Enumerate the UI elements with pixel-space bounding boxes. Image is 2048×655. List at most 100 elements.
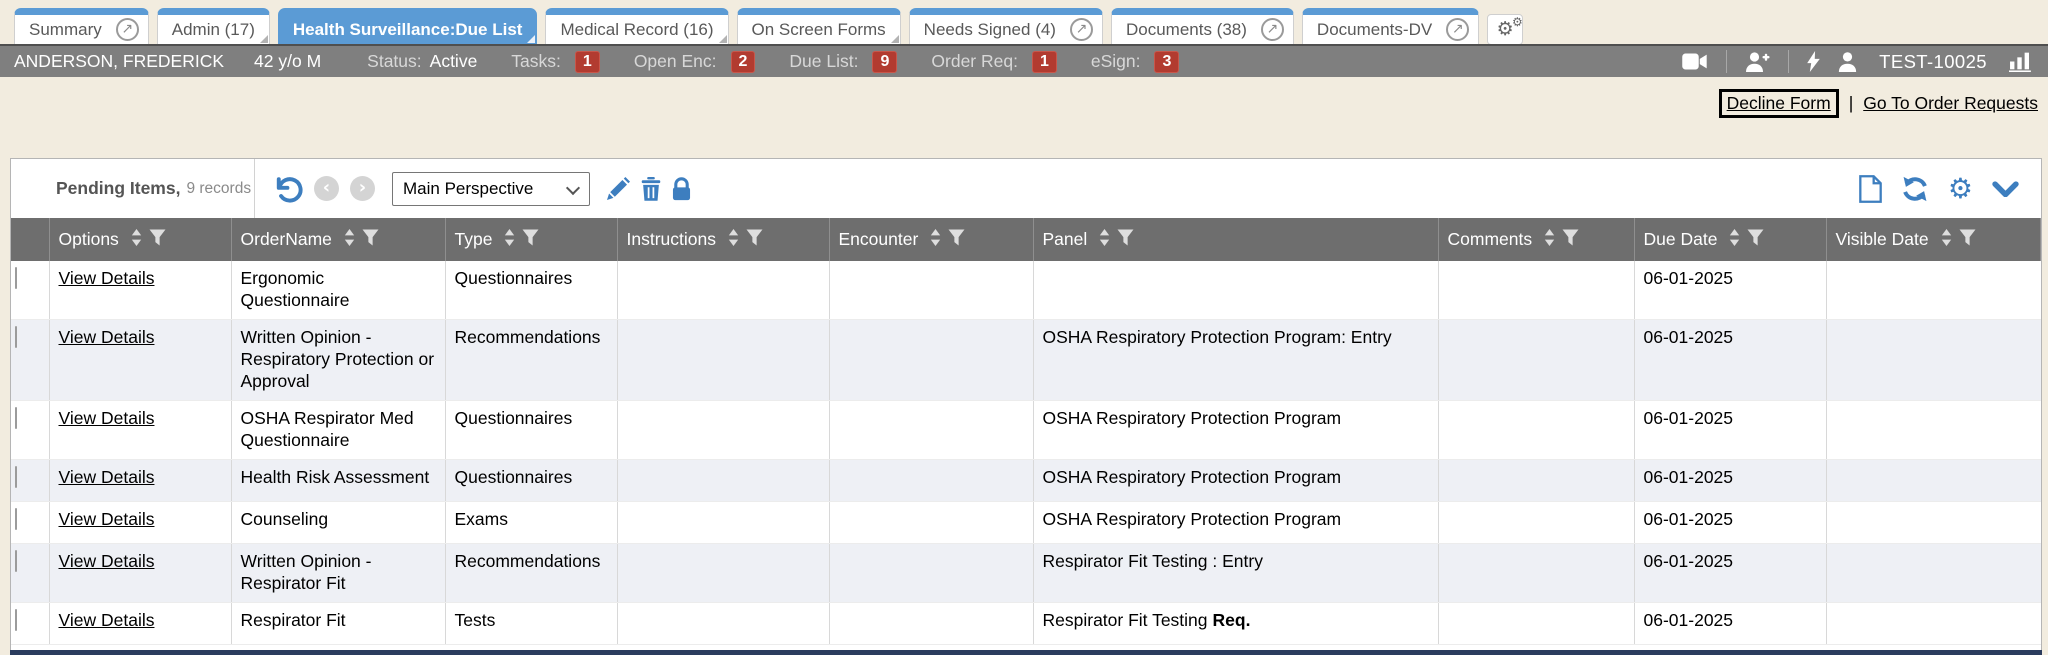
tab[interactable]: Summary ↗: [14, 8, 149, 45]
comments-cell: [1438, 401, 1634, 460]
column-header[interactable]: Due Date: [1634, 218, 1826, 261]
row-checkbox[interactable]: [15, 326, 17, 348]
view-details-link[interactable]: View Details: [59, 327, 155, 347]
counter-label: Open Enc:: [634, 51, 717, 72]
tab[interactable]: On Screen Forms: [737, 8, 901, 45]
view-details-link[interactable]: View Details: [59, 408, 155, 428]
perspective-select[interactable]: Main Perspective: [392, 172, 590, 206]
gears-icon: ⚙⚙: [1497, 20, 1514, 39]
sort-icon[interactable]: [131, 229, 142, 251]
horizontal-scrollbar[interactable]: [10, 650, 2042, 655]
bar-chart-icon[interactable]: [2009, 51, 2034, 72]
row-checkbox[interactable]: [15, 550, 17, 572]
encounter-cell: [829, 502, 1033, 544]
previous-perspective-button[interactable]: ‹: [314, 176, 339, 201]
column-header[interactable]: Panel: [1033, 218, 1438, 261]
due-date-cell: 06-01-2025: [1634, 261, 1826, 320]
sort-icon[interactable]: [1099, 229, 1110, 251]
filter-funnel-icon[interactable]: [1117, 229, 1134, 251]
due-date-cell: 06-01-2025: [1634, 401, 1826, 460]
options-cell: View Details: [49, 460, 231, 502]
counter-badge[interactable]: 1: [1032, 51, 1057, 73]
counter-badge[interactable]: 3: [1154, 51, 1179, 73]
decline-form-link[interactable]: Decline Form: [1719, 89, 1839, 118]
visible-date-cell: [1826, 502, 2041, 544]
sort-icon[interactable]: [1941, 229, 1952, 251]
counter-badge[interactable]: 1: [575, 51, 600, 73]
sort-icon[interactable]: [1544, 229, 1555, 251]
row-checkbox[interactable]: [15, 267, 17, 289]
tab[interactable]: Needs Signed (4) ↗: [909, 8, 1103, 45]
open-new-window-icon[interactable]: ↗: [1446, 18, 1469, 41]
filter-funnel-icon[interactable]: [1959, 229, 1976, 251]
tab[interactable]: Admin (17): [157, 8, 270, 45]
panel-text: OSHA Respiratory Protection Program: [1043, 509, 1342, 529]
edit-pencil-icon[interactable]: [607, 177, 630, 200]
select-all-header: [11, 218, 49, 261]
view-details-link[interactable]: View Details: [59, 551, 155, 571]
panel-required-flag: Req.: [1213, 610, 1251, 630]
view-details-link[interactable]: View Details: [59, 268, 155, 288]
filter-funnel-icon[interactable]: [1562, 229, 1579, 251]
sort-icon[interactable]: [344, 229, 355, 251]
column-header[interactable]: Comments: [1438, 218, 1634, 261]
sort-icon[interactable]: [1729, 229, 1740, 251]
counter: Due List: 9: [789, 51, 897, 73]
type-cell: Recommendations: [445, 320, 617, 401]
encounter-cell: [829, 544, 1033, 603]
view-details-link[interactable]: View Details: [59, 610, 155, 630]
options-cell: View Details: [49, 603, 231, 645]
open-new-window-icon[interactable]: ↗: [116, 18, 139, 41]
pending-items-table: Options: [11, 218, 2041, 645]
sort-icon[interactable]: [504, 229, 515, 251]
tab[interactable]: Documents (38) ↗: [1111, 8, 1294, 45]
delete-trash-icon[interactable]: [641, 177, 661, 201]
tab-settings-button[interactable]: ⚙⚙: [1487, 14, 1523, 45]
column-header[interactable]: Options: [49, 218, 231, 261]
add-person-icon[interactable]: [1745, 52, 1770, 72]
user-id: TEST-10025: [1879, 51, 1987, 73]
go-to-order-requests-link[interactable]: Go To Order Requests: [1863, 93, 2038, 114]
view-details-link[interactable]: View Details: [59, 509, 155, 529]
counter-badge[interactable]: 9: [872, 51, 897, 73]
column-header[interactable]: Visible Date: [1826, 218, 2041, 261]
row-checkbox[interactable]: [15, 407, 17, 429]
encounter-cell: [829, 460, 1033, 502]
column-header[interactable]: Encounter: [829, 218, 1033, 261]
order-name-cell: Ergonomic Questionnaire: [231, 261, 445, 320]
next-perspective-button[interactable]: ›: [350, 176, 375, 201]
view-details-link[interactable]: View Details: [59, 467, 155, 487]
video-camera-icon[interactable]: [1682, 53, 1708, 70]
refresh-icon[interactable]: [1901, 175, 1929, 203]
new-document-icon[interactable]: [1859, 175, 1882, 203]
panel-text: OSHA Respiratory Protection Program: [1043, 408, 1342, 428]
column-header[interactable]: Instructions: [617, 218, 829, 261]
lightning-icon[interactable]: [1807, 51, 1820, 72]
counter-badge[interactable]: 2: [731, 51, 756, 73]
banner-actions: TEST-10025: [1682, 50, 2034, 73]
open-new-window-icon[interactable]: ↗: [1070, 18, 1093, 41]
column-header[interactable]: OrderName: [231, 218, 445, 261]
filter-funnel-icon[interactable]: [522, 229, 539, 251]
column-header[interactable]: Type: [445, 218, 617, 261]
settings-gear-icon[interactable]: ⚙: [1948, 176, 1973, 202]
column-header-label: Comments: [1448, 229, 1533, 250]
filter-funnel-icon[interactable]: [948, 229, 965, 251]
collapse-chevron-icon[interactable]: [1992, 181, 2019, 197]
tab[interactable]: Health Surveillance:Due List: [278, 8, 538, 45]
undo-icon[interactable]: [273, 175, 303, 203]
lock-icon[interactable]: [672, 177, 691, 201]
filter-funnel-icon[interactable]: [746, 229, 763, 251]
row-checkbox[interactable]: [15, 466, 17, 488]
tab[interactable]: Documents-DV ↗: [1302, 8, 1479, 45]
filter-funnel-icon[interactable]: [362, 229, 379, 251]
tab[interactable]: Medical Record (16): [545, 8, 728, 45]
row-checkbox[interactable]: [15, 609, 17, 631]
filter-funnel-icon[interactable]: [1747, 229, 1764, 251]
sort-icon[interactable]: [930, 229, 941, 251]
visible-date-cell: [1826, 603, 2041, 645]
row-checkbox[interactable]: [15, 508, 17, 530]
filter-funnel-icon[interactable]: [149, 229, 166, 251]
open-new-window-icon[interactable]: ↗: [1261, 18, 1284, 41]
sort-icon[interactable]: [728, 229, 739, 251]
